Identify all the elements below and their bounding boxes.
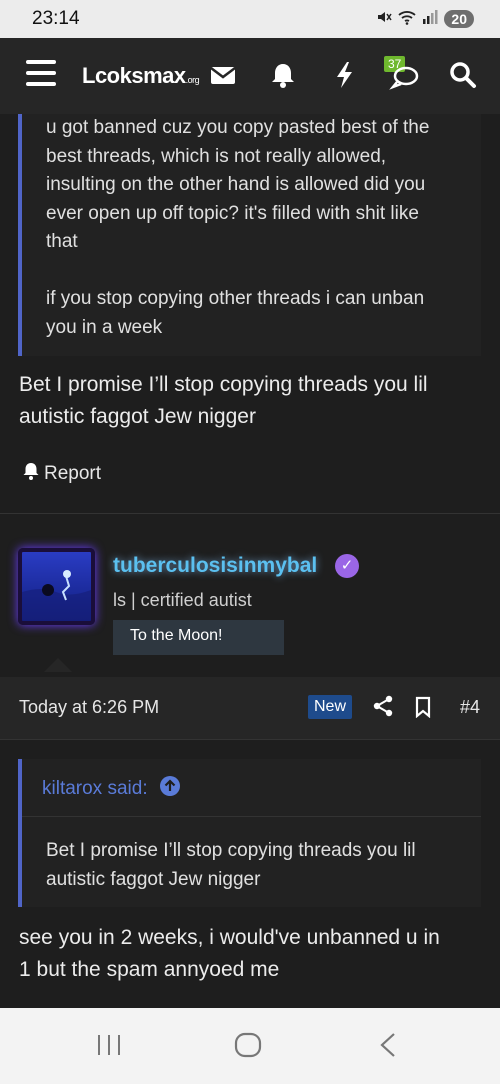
- post-timestamp[interactable]: Today at 6:26 PM: [19, 697, 159, 718]
- recent-apps-icon[interactable]: [96, 1034, 122, 1061]
- wifi-icon: [398, 9, 417, 28]
- quote-line: Bet I promise I’ll stop copying threads …: [46, 840, 416, 861]
- quote-line: [46, 257, 429, 286]
- status-bar: 23:14 20: [0, 0, 500, 38]
- quote-body: u got banned cuz you copy pasted best of…: [46, 114, 429, 342]
- username[interactable]: tuberculosisinmybal: [113, 554, 317, 578]
- mute-icon: [376, 9, 393, 28]
- back-icon[interactable]: [378, 1032, 398, 1063]
- quote-line: you in a week: [46, 316, 163, 338]
- quote-line: u got banned cuz you copy pasted best of…: [46, 117, 430, 138]
- lightning-icon[interactable]: [330, 60, 362, 92]
- quote-attribution[interactable]: kiltarox said:: [42, 776, 180, 802]
- quote-divider: [22, 816, 481, 817]
- quote-line: autistic faggot Jew nigger: [46, 868, 261, 890]
- bell-icon: [22, 461, 40, 487]
- post-body: see you in 2 weeks, i would've unbanned …: [19, 922, 440, 986]
- mail-icon[interactable]: [208, 60, 240, 92]
- verified-check-icon: ✓: [335, 554, 359, 578]
- system-navigation-bar: [0, 1008, 500, 1084]
- battery-indicator: 20: [444, 9, 474, 28]
- share-icon[interactable]: [372, 695, 394, 722]
- bookmark-icon[interactable]: [414, 696, 432, 723]
- quote-author: kiltarox said:: [42, 778, 148, 799]
- quote-line: best threads, which is not really allowe…: [46, 145, 387, 167]
- post-meta-bar: Today at 6:26 PM New #4: [0, 677, 500, 739]
- quote-block: u got banned cuz you copy pasted best of…: [18, 114, 481, 356]
- post-line: autistic faggot Jew nigger: [19, 405, 256, 428]
- home-icon[interactable]: [234, 1032, 262, 1063]
- quote-line: if you stop copying other threads i can …: [46, 288, 425, 309]
- post-number[interactable]: #4: [460, 697, 480, 718]
- chat-icon[interactable]: [388, 60, 420, 92]
- post-body: Bet I promise I’ll stop copying threads …: [19, 369, 428, 433]
- top-navigation: Lcoksmax.org 37: [0, 38, 500, 114]
- avatar[interactable]: [18, 548, 95, 625]
- site-logo[interactable]: Lcoksmax.org: [82, 63, 200, 89]
- signal-icon: [422, 10, 438, 27]
- logo-suffix: .org: [185, 75, 200, 85]
- search-icon[interactable]: [448, 60, 480, 92]
- user-banner: To the Moon!: [113, 620, 284, 655]
- new-badge: New: [308, 695, 353, 719]
- user-info: tuberculosisinmybal ✓ ls | certified aut…: [0, 516, 500, 677]
- report-button[interactable]: Report: [22, 461, 101, 487]
- logo-text: Lcoksmax: [82, 63, 186, 88]
- post-line: see you in 2 weeks, i would've unbanned …: [19, 926, 440, 949]
- speech-pointer: [44, 658, 72, 672]
- post-divider: [0, 513, 500, 514]
- status-icons: 20: [376, 9, 474, 28]
- post-line: Bet I promise I’ll stop copying threads …: [19, 373, 428, 396]
- hamburger-icon[interactable]: [26, 60, 56, 90]
- quote-line: insulting on the other hand is allowed d…: [46, 174, 426, 195]
- quote-line: ever open up off topic? it's filled with…: [46, 202, 419, 224]
- report-label: Report: [44, 463, 102, 484]
- post-line: 1 but the spam annyoed me: [19, 958, 280, 981]
- quote-body: Bet I promise I’ll stop copying threads …: [46, 837, 416, 894]
- user-title: ls | certified autist: [113, 590, 252, 610]
- quote-block: kiltarox said: Bet I promise I’ll stop c…: [18, 759, 481, 907]
- status-time: 23:14: [32, 8, 80, 29]
- quote-line: that: [46, 231, 78, 252]
- bell-icon[interactable]: [268, 60, 300, 92]
- meta-divider: [0, 739, 500, 740]
- arrow-up-icon[interactable]: [159, 776, 180, 802]
